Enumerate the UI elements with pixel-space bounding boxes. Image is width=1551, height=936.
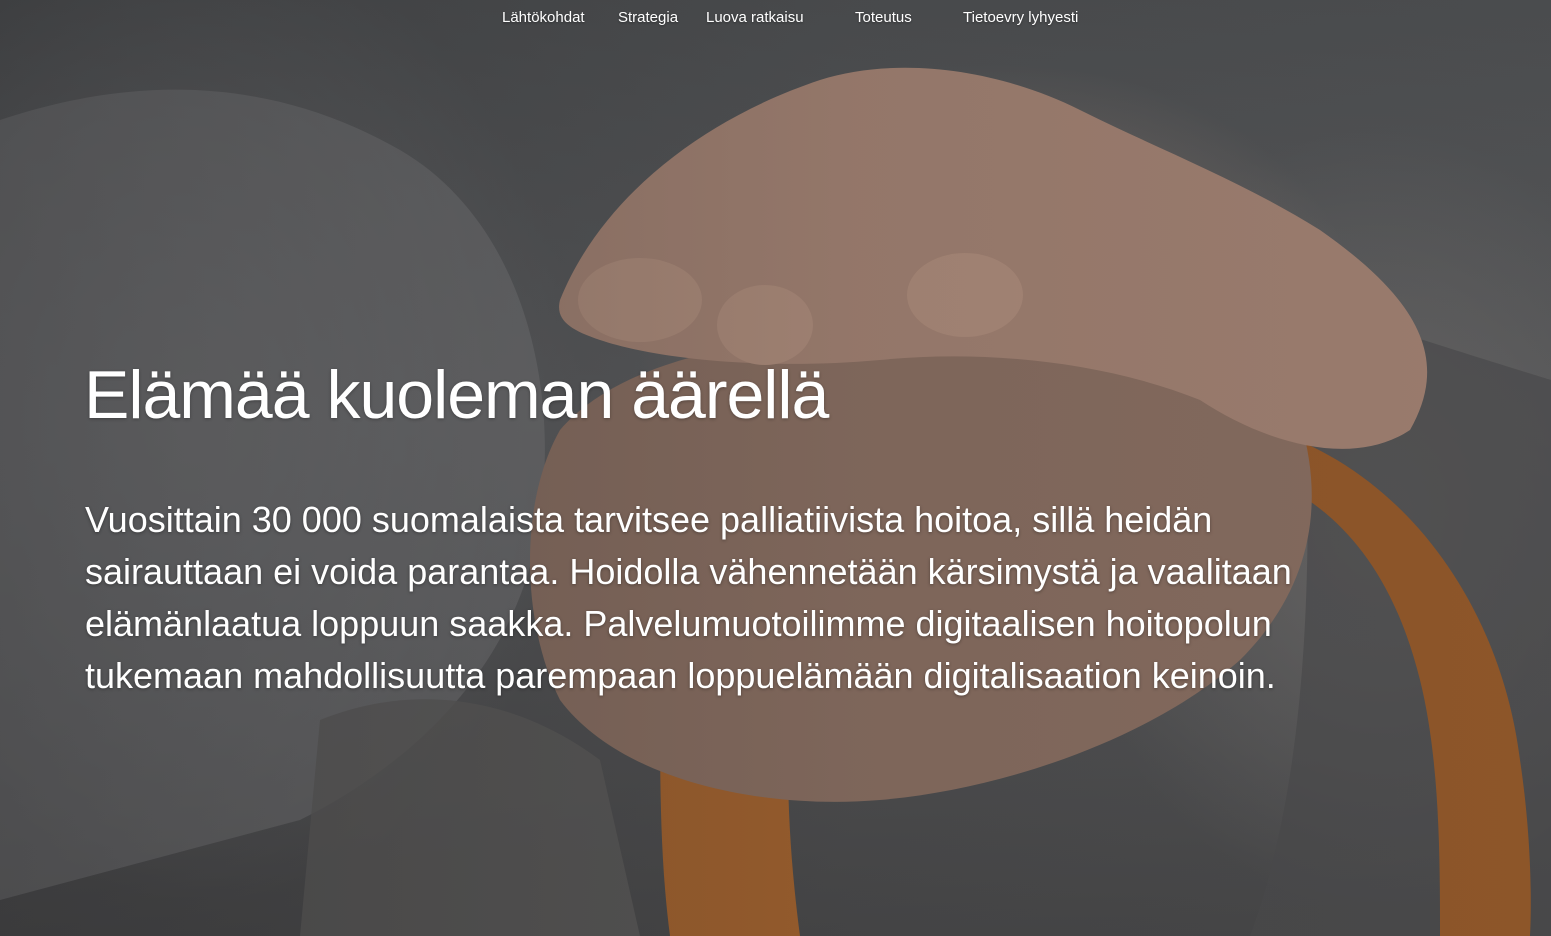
hero-lead-text: Vuosittain 30 000 suomalaista tarvitsee … xyxy=(85,499,1292,696)
image-overlay xyxy=(0,0,1551,936)
top-nav: Lähtökohdat Strategia Luova ratkaisu Tot… xyxy=(0,0,1551,36)
nav-item-strategia[interactable]: Strategia xyxy=(618,9,678,26)
nav-item-luova-ratkaisu[interactable]: Luova ratkaisu xyxy=(706,9,804,26)
page-title: Elämää kuoleman äärellä xyxy=(84,357,829,433)
nav-item-toteutus[interactable]: Toteutus xyxy=(855,9,912,26)
hero-section: Lähtökohdat Strategia Luova ratkaisu Tot… xyxy=(0,0,1551,936)
nav-item-lahtokohdat[interactable]: Lähtökohdat xyxy=(502,9,585,26)
nav-item-tietoevry-lyhyesti[interactable]: Tietoevry lyhyesti xyxy=(963,9,1078,26)
